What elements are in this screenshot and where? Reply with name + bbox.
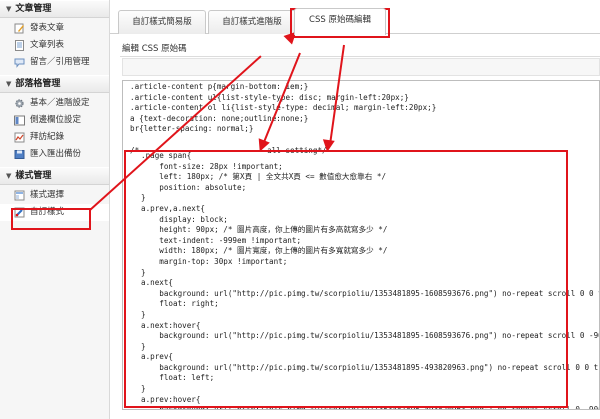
section-items-blog: 基本／進階設定 側邊欄位設定 拜訪紀錄 匯入匯出備份 — [0, 93, 109, 167]
code-line: .article-content ul{list-style-type: dis… — [130, 92, 409, 102]
tab-bar: 自訂樣式簡易版 自訂樣式進階版 CSS 原始碼編輯 — [110, 0, 600, 35]
paint-brush-icon — [14, 207, 25, 218]
sidebar-item-label: 發表文章 — [30, 23, 65, 33]
code-line: br{letter-spacing: normal;} — [130, 124, 254, 134]
code-line: float: right; — [141, 299, 219, 309]
code-line: .page span{ — [141, 151, 192, 160]
section-title: 文章管理 — [15, 4, 52, 14]
code-line: float: left; — [141, 373, 215, 383]
code-line: a.next:hover{ — [141, 320, 201, 330]
code-line: a.next{ — [141, 278, 174, 288]
sidebar-item-import-export[interactable]: 匯入匯出備份 — [0, 146, 109, 163]
sidebar: ▼ 文章管理 發表文章 文章列表 留言／引用管理 ▼ 部落格管理 基本／進階設定… — [0, 0, 110, 419]
code-line: a.prev{ — [141, 352, 174, 362]
tab-advanced-style[interactable]: 自訂樣式進階版 — [208, 10, 296, 34]
sidebar-item-visit-log[interactable]: 拜訪紀錄 — [0, 129, 109, 146]
sidebar-item-new-post[interactable]: 發表文章 — [0, 20, 109, 37]
code-line: position: absolute; — [141, 182, 247, 192]
code-line: text-indent: -999em !important; — [141, 235, 302, 245]
code-line: margin-top: 30px !important; — [141, 256, 288, 266]
sidebar-item-label: 基本／進階設定 — [30, 98, 90, 108]
sidebar-item-label: 文章列表 — [30, 40, 65, 50]
compose-icon — [14, 23, 25, 34]
import-export-icon — [14, 149, 25, 160]
editor-toolbar — [122, 58, 600, 76]
sidebar-item-label: 自訂樣式 — [30, 207, 65, 217]
visit-log-icon — [14, 132, 25, 143]
panel-title: 編輯 CSS 原始碼 — [122, 44, 187, 54]
template-icon — [14, 190, 25, 201]
code-line: .article-content p{margin-bottom: 1em;} — [130, 82, 309, 91]
sidebar-item-comments[interactable]: 留言／引用管理 — [0, 54, 109, 71]
document-list-icon — [14, 40, 25, 51]
code-line: background: url("http://pic.pimg.tw/scor… — [159, 331, 599, 341]
css-code-highlighted: .page span{ font-size: 28px !important; … — [141, 151, 599, 410]
section-header-blog[interactable]: ▼ 部落格管理 — [0, 75, 109, 93]
collapse-arrow-icon: ▼ — [6, 5, 12, 13]
sidebar-item-label: 樣式選擇 — [30, 190, 65, 200]
code-line: height: 90px; /* 圖片高度，你上傳的圖片有多高就寫多少 */ — [141, 225, 388, 235]
css-source-textarea[interactable]: .article-content p{margin-bottom: 1em;}.… — [122, 80, 600, 410]
tab-simple-style[interactable]: 自訂樣式簡易版 — [118, 10, 206, 34]
sidebar-item-label: 拜訪紀錄 — [30, 132, 65, 142]
code-line: } — [141, 384, 146, 394]
section-title: 部落格管理 — [15, 79, 61, 89]
code-line: } — [141, 309, 146, 319]
sidebar-item-settings[interactable]: 基本／進階設定 — [0, 95, 109, 112]
section-title: 樣式管理 — [15, 171, 52, 181]
code-line: background: url("http://pic.pimg.tw/scor… — [159, 405, 599, 410]
section-header-articles[interactable]: ▼ 文章管理 — [0, 0, 109, 18]
sidebar-item-post-list[interactable]: 文章列表 — [0, 37, 109, 54]
code-line: } — [141, 267, 146, 277]
section-items-styles: 樣式選擇 自訂樣式 — [0, 185, 109, 225]
collapse-arrow-icon: ▼ — [6, 172, 12, 180]
gear-icon — [14, 98, 25, 109]
sidebar-item-custom-style[interactable]: 自訂樣式 — [0, 204, 109, 221]
sidebar-layout-icon — [14, 115, 25, 126]
sidebar-item-template-select[interactable]: 樣式選擇 — [0, 187, 109, 204]
code-line: width: 180px; /* 圖片寬度，你上傳的圖片有多寬就寫多少 */ — [141, 246, 388, 256]
code-line: background: url("http://pic.pimg.tw/scor… — [159, 288, 599, 298]
code-line: } — [141, 341, 146, 351]
section-header-styles[interactable]: ▼ 樣式管理 — [0, 167, 109, 185]
code-line: a.prev,a.next{ — [141, 203, 206, 213]
sidebar-item-sidebar-settings[interactable]: 側邊欄位設定 — [0, 112, 109, 129]
code-line: } — [141, 193, 146, 203]
sidebar-item-label: 匯入匯出備份 — [30, 149, 82, 159]
code-line: a.prev:hover{ — [141, 394, 201, 404]
collapse-arrow-icon: ▼ — [6, 80, 12, 88]
css-code-top: .article-content p{margin-bottom: 1em;}.… — [130, 82, 436, 156]
divider — [120, 56, 600, 57]
sidebar-item-label: 側邊欄位設定 — [30, 115, 82, 125]
comment-icon — [14, 57, 25, 68]
code-line: left: 180px; /* 第X頁 | 全文共X頁 <= 數值愈大愈靠右 *… — [141, 172, 387, 182]
main-content: 自訂樣式簡易版 自訂樣式進階版 CSS 原始碼編輯 編輯 CSS 原始碼 .ar… — [110, 0, 600, 419]
section-items-articles: 發表文章 文章列表 留言／引用管理 — [0, 18, 109, 75]
code-line: a {text-decoration: none;outline:none;} — [130, 113, 309, 123]
code-line: font-size: 28px !important; — [141, 161, 283, 171]
sidebar-item-label: 留言／引用管理 — [30, 57, 90, 67]
code-line: .article-content ol li{list-style-type: … — [130, 103, 437, 113]
code-line: background: url("http://pic.pimg.tw/scor… — [159, 362, 599, 372]
code-line: display: block; — [141, 214, 228, 224]
tab-css-source-edit[interactable]: CSS 原始碼編輯 — [294, 8, 386, 35]
